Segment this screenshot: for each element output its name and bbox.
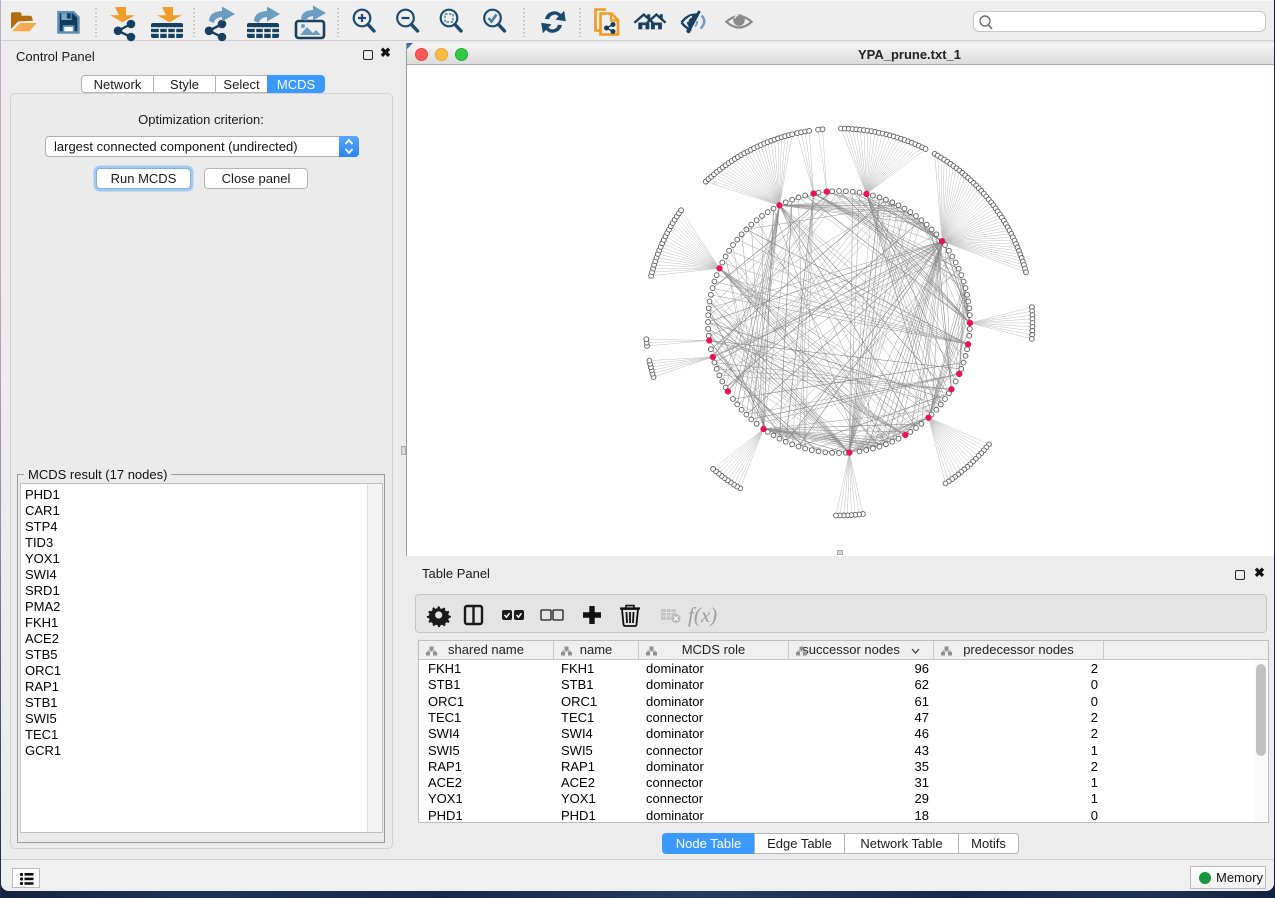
svg-text:f(x): f(x) [688,603,717,627]
